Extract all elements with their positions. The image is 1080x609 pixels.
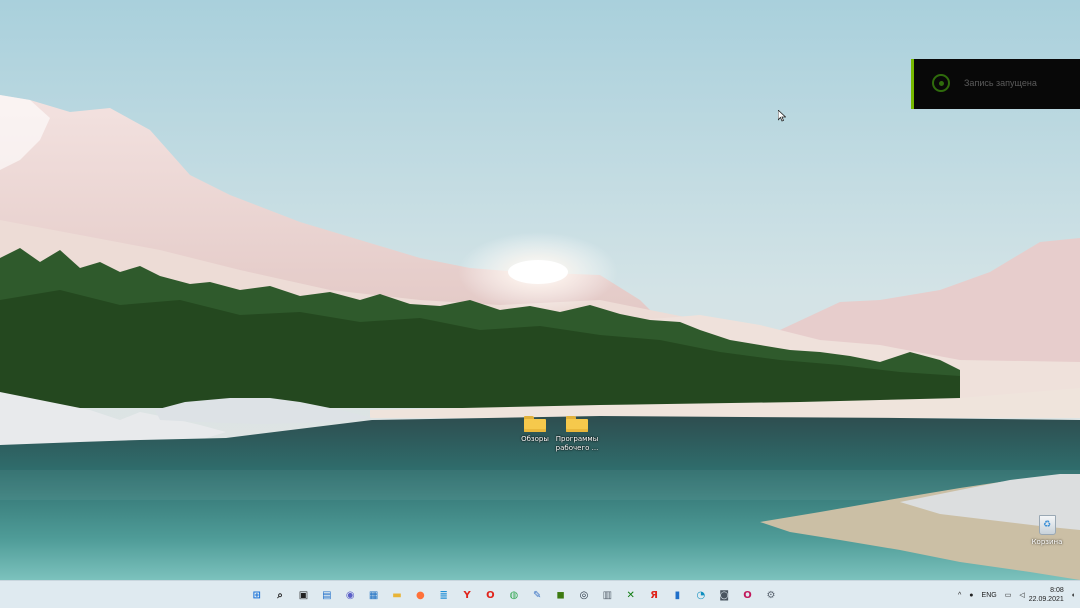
clock-date: 22.09.2021 bbox=[1028, 596, 1064, 603]
yandex-browser-icon[interactable]: Я bbox=[645, 586, 664, 605]
recycle-bin-icon: ♻ bbox=[1038, 515, 1056, 535]
notifications-icon[interactable]: ◐ bbox=[1072, 592, 1076, 599]
tray-overflow-chevron-icon[interactable]: ^ bbox=[958, 592, 961, 599]
settings-icon[interactable]: ⚙ bbox=[761, 586, 780, 605]
recording-notification: Запись запущена bbox=[911, 59, 1080, 109]
phone-icon[interactable]: ▮ bbox=[668, 586, 687, 605]
widgets-icon[interactable]: ▤ bbox=[317, 586, 336, 605]
desktop-recycle-bin[interactable]: ♻ Корзина bbox=[1030, 515, 1064, 546]
clock[interactable]: 8:08 22.09.2021 bbox=[1029, 586, 1064, 604]
edge-icon[interactable]: ◔ bbox=[691, 586, 710, 605]
system-tray: ^ ● ENG ▭ ◁ 8:08 22.09.2021 ◐ bbox=[954, 581, 1080, 609]
taskbar-apps: ⊞ ⌕ ▣ ▤ ◉ ▦ ▬ ● ≣ Y O ◍ ✎ ◼ ◎ ▥ ✕ Я ▮ ◔ ◙ O ⚙ bbox=[245, 581, 783, 609]
store-icon[interactable]: ▦ bbox=[364, 586, 383, 605]
record-icon bbox=[932, 74, 950, 92]
file-explorer-icon[interactable]: ▬ bbox=[387, 586, 406, 605]
notification-text: Запись запущена bbox=[964, 78, 1037, 88]
search-icon[interactable]: ⌕ bbox=[271, 586, 290, 605]
taskbar: ⊞ ⌕ ▣ ▤ ◉ ▦ ▬ ● ≣ Y O ◍ ✎ ◼ ◎ ▥ ✕ Я ▮ ◔ ◙ O ⚙ ^ ● ENG ▭ ◁ 8:08… bbox=[0, 580, 1080, 608]
network-icon[interactable]: ▭ bbox=[1005, 591, 1012, 599]
yandex-icon[interactable]: Y bbox=[458, 586, 477, 605]
chat-icon[interactable]: ◉ bbox=[341, 586, 360, 605]
nvidia-icon[interactable]: ◼ bbox=[551, 586, 570, 605]
desktop-folder-programs[interactable]: Программы рабочего ... bbox=[542, 416, 612, 453]
start-icon[interactable]: ⊞ bbox=[247, 586, 266, 605]
firefox-icon[interactable]: ● bbox=[411, 586, 430, 605]
chrome-icon[interactable]: ◍ bbox=[504, 586, 523, 605]
paint-icon[interactable]: ✎ bbox=[528, 586, 547, 605]
camera-icon[interactable]: ◙ bbox=[715, 586, 734, 605]
xbox-icon[interactable]: ✕ bbox=[621, 586, 640, 605]
clock-time: 8:08 bbox=[1050, 587, 1064, 594]
mouse-cursor-icon bbox=[778, 110, 786, 122]
recycle-bin-label: Корзина bbox=[1031, 538, 1063, 546]
desktop-icon-label: Программы рабочего ... bbox=[555, 435, 599, 452]
microphone-icon[interactable]: ● bbox=[969, 592, 973, 599]
language-indicator[interactable]: ENG bbox=[982, 592, 997, 599]
steam-icon[interactable]: ◎ bbox=[574, 586, 593, 605]
opera-gx-icon[interactable]: O bbox=[738, 586, 757, 605]
volume-icon[interactable]: ◁ bbox=[1019, 591, 1024, 599]
notepad-icon[interactable]: ≣ bbox=[434, 586, 453, 605]
opera-icon[interactable]: O bbox=[481, 586, 500, 605]
calculator-icon[interactable]: ▥ bbox=[598, 586, 617, 605]
folder-icon bbox=[566, 416, 588, 432]
task-view-icon[interactable]: ▣ bbox=[294, 586, 313, 605]
